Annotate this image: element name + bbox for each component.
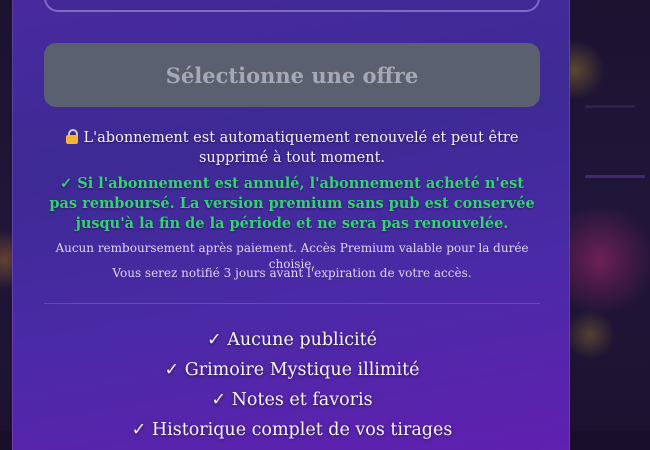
- auto-renew-notice: L'abonnement est automatiquement renouve…: [44, 128, 540, 168]
- select-offer-button[interactable]: Sélectionne une offre: [44, 43, 540, 107]
- auto-renew-text: L'abonnement est automatiquement renouve…: [83, 130, 519, 166]
- background-decoration: [585, 105, 635, 108]
- lock-icon: [65, 129, 78, 144]
- expiry-notice: Vous serez notifié 3 jours avant l'expir…: [112, 266, 472, 280]
- cancel-notice: ✓ Si l'abonnement est annulé, l'abonneme…: [49, 175, 535, 232]
- section-divider: [44, 303, 540, 304]
- feature-item: ✓ Grimoire Mystique illimité: [164, 360, 420, 380]
- offer-field[interactable]: [44, 0, 540, 12]
- feature-item: ✓ Notes et favoris: [211, 390, 373, 410]
- feature-list: ✓ Aucune publicité ✓ Grimoire Mystique i…: [44, 325, 540, 445]
- feature-item: ✓ Aucune publicité: [206, 330, 378, 350]
- background-decoration: [585, 175, 645, 178]
- feature-item: ✓ Historique complet de vos tirages: [131, 420, 453, 440]
